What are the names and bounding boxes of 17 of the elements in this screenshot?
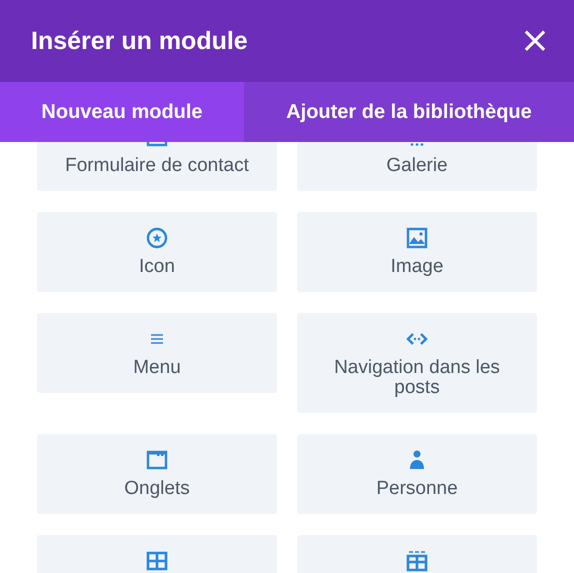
close-button[interactable]: × <box>516 23 554 59</box>
module-card[interactable]: Icon <box>37 212 277 292</box>
tab[interactable]: Ajouter de la bibliothèque <box>244 82 574 142</box>
tab[interactable]: Nouveau module <box>0 82 244 142</box>
module-card[interactable]: Formulaire de contact <box>37 142 277 191</box>
star-circle-icon <box>145 226 169 250</box>
modal-title: Insérer un module <box>31 26 248 56</box>
module-card[interactable]: Image <box>297 212 537 292</box>
table-icon <box>145 549 169 573</box>
module-card[interactable]: Navigation dans les posts <box>297 313 537 413</box>
module-card[interactable]: Personne <box>297 434 537 514</box>
table-icon <box>405 549 429 573</box>
module-card[interactable]: Menu <box>37 313 277 393</box>
image-icon <box>405 226 429 250</box>
module-card[interactable]: Onglets <box>37 434 277 514</box>
module-card[interactable]: Galerie <box>297 142 537 191</box>
tab-window-icon <box>145 448 169 472</box>
